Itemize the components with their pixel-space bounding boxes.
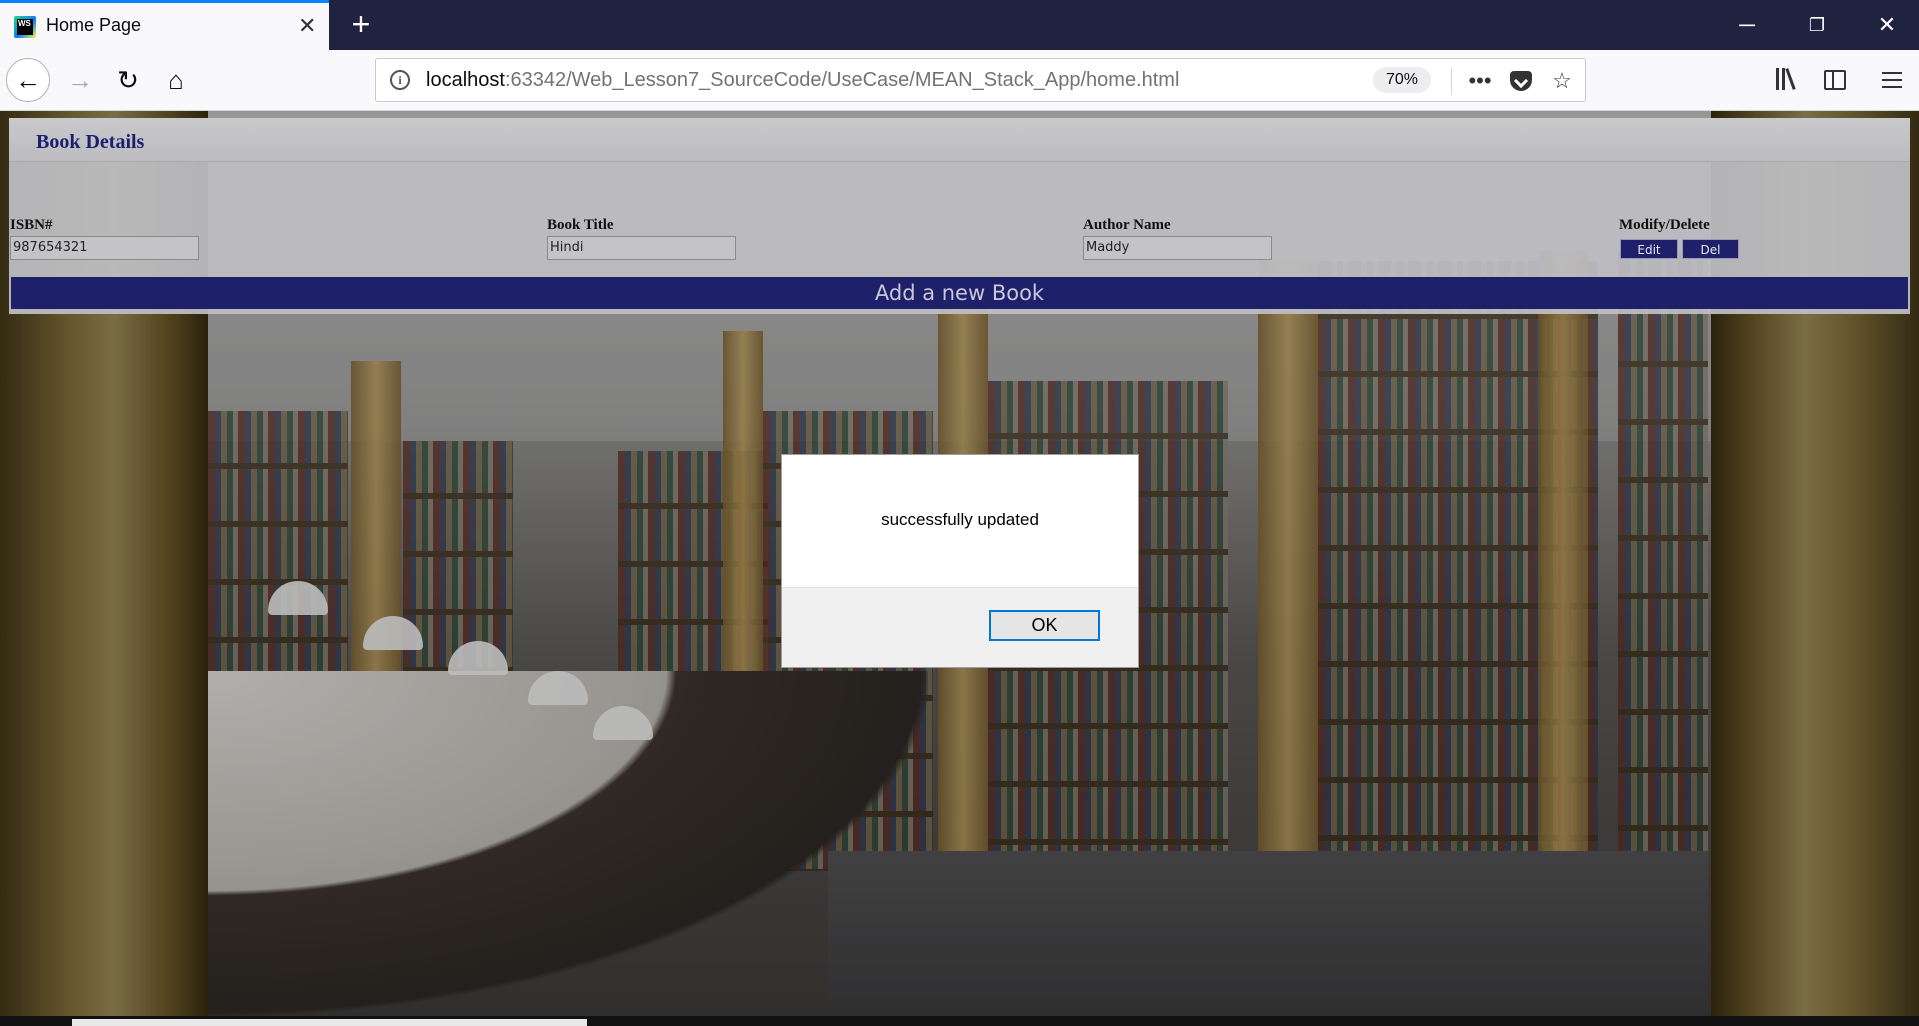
close-window-icon[interactable]: ✕ <box>1864 8 1910 42</box>
tab-title: Home Page <box>46 15 142 35</box>
minimize-icon[interactable]: ─ <box>1724 8 1770 42</box>
isbn-column-header: ISBN# <box>10 217 53 233</box>
restore-icon[interactable]: ❐ <box>1794 8 1840 42</box>
forward-icon[interactable]: → <box>60 60 100 100</box>
url-text[interactable]: localhost:63342/Web_Lesson7_SourceCode/U… <box>426 69 1179 92</box>
title-column-header: Book Title <box>547 217 614 233</box>
author-column-header: Author Name <box>1083 217 1171 233</box>
url-separator <box>1451 67 1452 95</box>
close-icon[interactable]: ✕ <box>298 14 316 38</box>
zoom-badge[interactable]: 70% <box>1373 67 1431 93</box>
reload-icon[interactable]: ↻ <box>108 60 148 100</box>
dialog-message: successfully updated <box>881 510 1039 529</box>
page-title: Book Details <box>36 131 145 153</box>
url-bar[interactable]: i localhost:63342/Web_Lesson7_SourceCode… <box>375 58 1586 102</box>
nav-toolbar: ← → ↻ ⌂ i localhost:63342/Web_Lesson7_So… <box>0 50 1919 111</box>
dialog-footer: OK <box>782 587 1138 667</box>
tab-bar: WS Home Page ✕ + ─ ❐ ✕ <box>0 0 1919 50</box>
library-icon[interactable] <box>1770 64 1802 96</box>
ok-button[interactable]: OK <box>989 610 1100 641</box>
home-icon[interactable]: ⌂ <box>156 60 196 100</box>
edit-button[interactable]: Edit <box>1620 239 1678 259</box>
tab-home-page[interactable]: WS Home Page ✕ <box>0 0 329 50</box>
book-title-field[interactable]: Hindi <box>547 236 736 260</box>
back-icon[interactable]: ← <box>6 58 50 102</box>
webstorm-favicon-icon: WS <box>14 16 36 38</box>
url-host: localhost <box>426 69 505 91</box>
panel-header: Book Details <box>9 118 1910 162</box>
page-viewport: Book Details ISBN# Book Title Author Nam… <box>0 111 1919 1016</box>
sidebar-icon[interactable] <box>1824 70 1846 90</box>
star-icon[interactable]: ☆ <box>1546 65 1578 97</box>
plus-icon[interactable]: + <box>344 8 378 42</box>
isbn-field[interactable]: 987654321 <box>10 236 199 260</box>
author-name-field[interactable]: Maddy <box>1083 236 1272 260</box>
favicon-label: WS <box>17 19 33 35</box>
delete-button[interactable]: Del <box>1682 239 1739 259</box>
more-icon[interactable]: ••• <box>1464 65 1496 97</box>
alert-dialog: successfully updated OK <box>781 454 1139 668</box>
info-icon[interactable]: i <box>390 70 410 90</box>
book-details-panel: Book Details ISBN# Book Title Author Nam… <box>9 118 1910 314</box>
add-book-button[interactable]: Add a new Book <box>11 277 1908 309</box>
menu-icon[interactable] <box>1876 64 1908 96</box>
bottom-strip <box>0 1016 1919 1026</box>
actions-column-header: Modify/Delete <box>1619 217 1710 233</box>
url-path: :63342/Web_Lesson7_SourceCode/UseCase/ME… <box>504 69 1180 91</box>
pocket-icon[interactable] <box>1510 71 1532 91</box>
